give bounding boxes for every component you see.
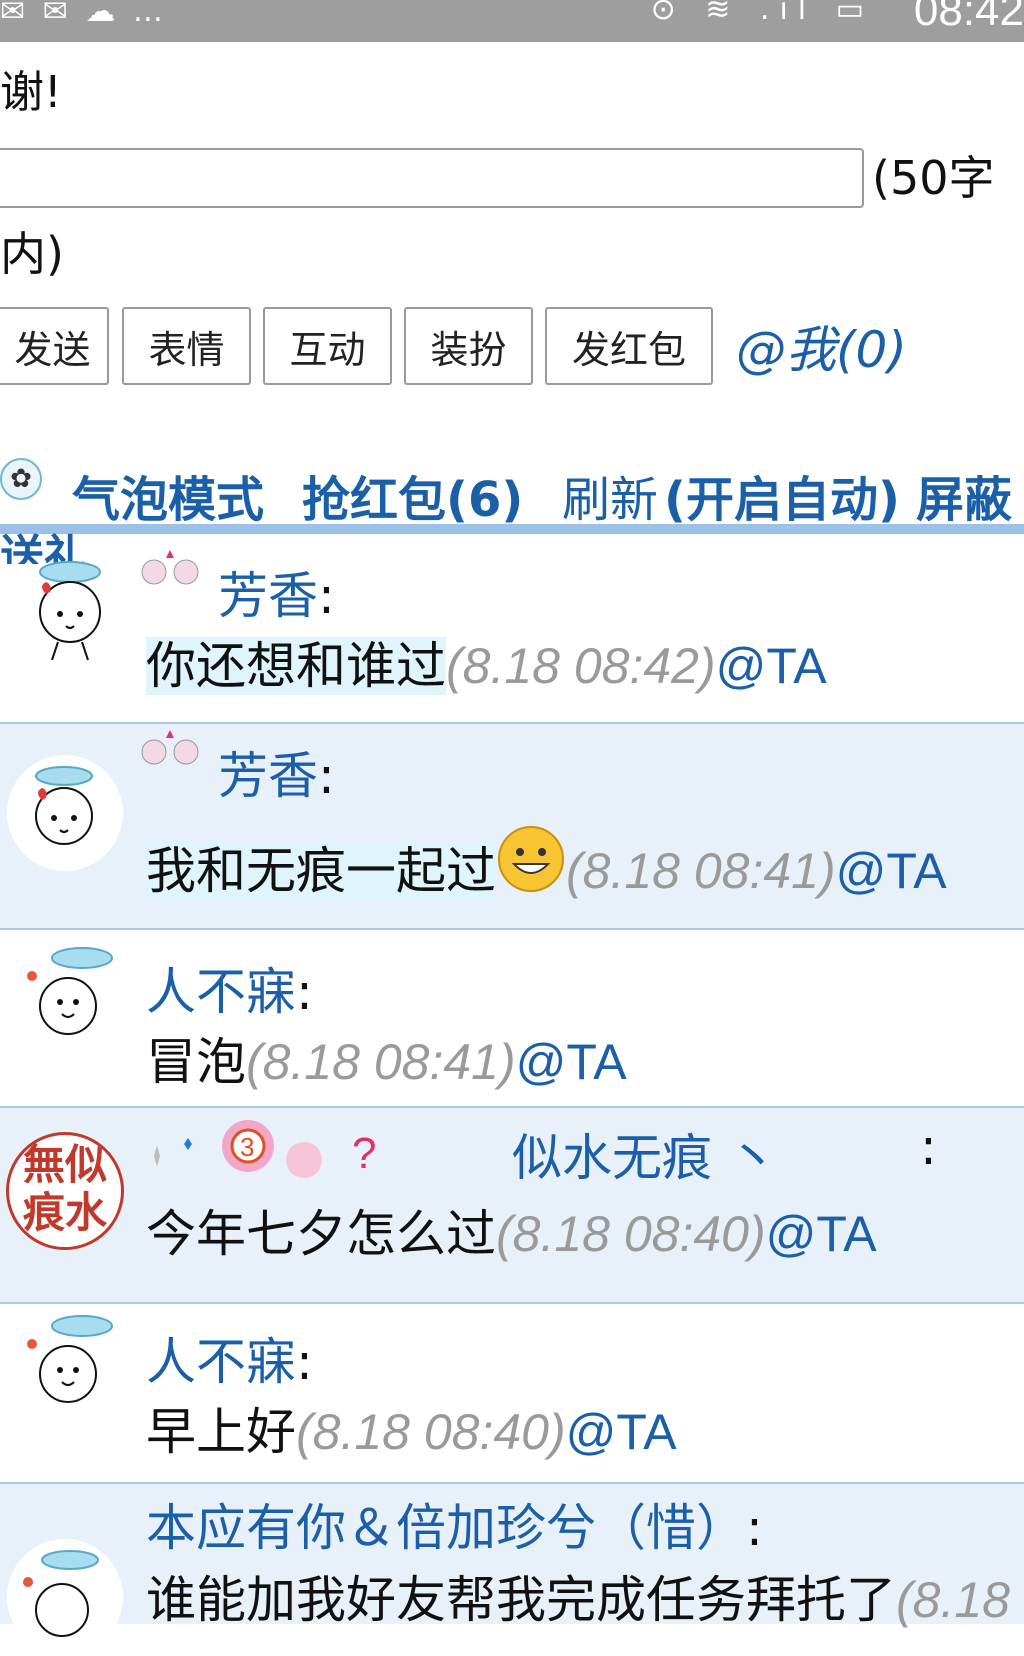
user-avatar[interactable]: [6, 1538, 124, 1656]
at-ta-link[interactable]: @TA: [566, 1404, 677, 1460]
message-time: (8.18 08:42): [446, 638, 716, 694]
at-ta-link[interactable]: @TA: [836, 843, 947, 899]
sender-name[interactable]: 芳香:: [218, 556, 335, 628]
sender-name[interactable]: 芳香:: [218, 736, 335, 808]
badge-icons: 3 ?: [154, 1120, 376, 1178]
bubble-mode-link[interactable]: 气泡模式: [72, 460, 264, 530]
clock: 08:42: [913, 0, 1024, 35]
message-text: 冒泡: [146, 1033, 246, 1091]
badge-icon: [141, 730, 199, 765]
system-icons: ⊙ ≋ .ıl ▭: [650, 0, 874, 27]
message-row: 無似痕水 3 ? 似水无痕 丶 : 今年七夕怎么过(8.18 08:40)@TA: [0, 1108, 1024, 1304]
message-content: 谁能加我好友帮我完成任务拜托了(8.18: [146, 1560, 1010, 1632]
sender-name[interactable]: 本应有你＆倍加珍兮（惜）:: [146, 1488, 763, 1560]
smile-emoji-icon: [498, 826, 564, 892]
message-content: 冒泡(8.18 08:41)@TA: [146, 1022, 627, 1094]
status-bar: ✉ ✉ ☁ … ⊙ ≋ .ıl ▭ 08:42: [0, 0, 1024, 42]
name-colon: :: [920, 1118, 937, 1176]
message-input[interactable]: [0, 148, 864, 208]
char-limit-text: (50字: [872, 151, 995, 205]
message-time: (8.18 08:40): [296, 1404, 566, 1460]
block-link[interactable]: 屏蔽: [916, 460, 1012, 530]
bubble-mode-icon: ✿: [0, 458, 42, 500]
user-avatar[interactable]: 無似痕水: [6, 1132, 124, 1250]
at-ta-link[interactable]: @TA: [716, 638, 827, 694]
message-row: 芳香: 你还想和谁过(8.18 08:42)@TA: [0, 538, 1024, 724]
sender-name[interactable]: 似水无痕 丶: [512, 1118, 778, 1190]
svg-text:3: 3: [240, 1132, 254, 1162]
at-ta-link[interactable]: @TA: [516, 1034, 627, 1090]
send-button[interactable]: 发送: [0, 307, 109, 385]
user-avatar[interactable]: [14, 940, 132, 1058]
message-text: 今年七夕怎么过: [146, 1205, 496, 1263]
refresh-link[interactable]: 刷新: [562, 460, 658, 530]
user-avatar[interactable]: [14, 552, 132, 670]
divider: [0, 524, 1024, 534]
message-text: 我和无痕一起过: [146, 842, 496, 900]
svg-text:?: ?: [352, 1129, 376, 1178]
at-ta-link[interactable]: @TA: [766, 1206, 877, 1262]
sender-name[interactable]: 人不寐:: [146, 1322, 313, 1394]
message-content: 你还想和谁过(8.18 08:42)@TA: [146, 626, 827, 698]
message-time: (8.18 08:40): [496, 1206, 766, 1262]
dressup-button[interactable]: 装扮: [404, 307, 533, 385]
message-content: 今年七夕怎么过(8.18 08:40)@TA: [146, 1194, 877, 1266]
message-time: (8.18 08:41): [566, 843, 836, 899]
red-packet-button[interactable]: 发红包: [545, 307, 713, 385]
message-content: 早上好(8.18 08:40)@TA: [146, 1392, 677, 1464]
at-me-link[interactable]: @我(0): [736, 310, 907, 382]
message-row: 本应有你＆倍加珍兮（惜）: 谁能加我好友帮我完成任务拜托了(8.18: [0, 1484, 1024, 1655]
char-limit-text-cont: 内): [0, 227, 64, 281]
grab-red-packet-link[interactable]: 抢红包(6): [302, 460, 523, 530]
message-content: 我和无痕一起过 (8.18 08:41)@TA: [146, 824, 947, 903]
message-row: 人不寐: 冒泡(8.18 08:41)@TA: [0, 930, 1024, 1108]
auto-refresh-link[interactable]: (开启自动): [664, 460, 900, 530]
message-text: 早上好: [146, 1403, 296, 1461]
mode-bar: ✿ 气泡模式 抢红包(6) 刷新 (开启自动) 屏蔽: [0, 450, 1024, 528]
thanks-text: 谢!: [0, 67, 62, 118]
emoji-button[interactable]: 表情: [122, 307, 251, 385]
message-text: 谁能加我好友帮我完成任务拜托了: [146, 1571, 896, 1629]
user-avatar[interactable]: [14, 1308, 132, 1426]
message-row: 芳香: 我和无痕一起过 (8.18 08:41)@TA: [0, 724, 1024, 930]
notification-icons: ✉ ✉ ☁ …: [0, 0, 167, 29]
user-avatar[interactable]: [6, 754, 124, 872]
sender-name[interactable]: 人不寐:: [146, 952, 313, 1024]
message-row: 人不寐: 早上好(8.18 08:40)@TA: [0, 1304, 1024, 1484]
message-time: (8.18 08:41): [246, 1034, 516, 1090]
message-time: (8.18: [896, 1572, 1010, 1628]
message-text: 你还想和谁过: [146, 637, 446, 695]
interact-button[interactable]: 互动: [263, 307, 392, 385]
badge-icon: [141, 550, 199, 585]
